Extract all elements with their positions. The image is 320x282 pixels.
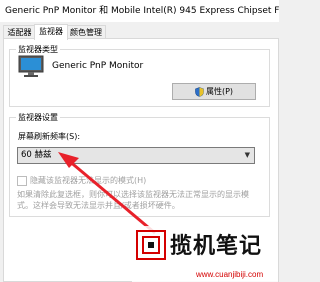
monitor-type-title: 监视器类型	[16, 44, 60, 55]
shield-icon	[195, 86, 204, 97]
refresh-rate-value: 60 赫兹	[21, 150, 52, 160]
hint-text: 如果清除此复选框，则你可以选择该监视器无法正常显示的显示模式。这样会导致无法显示…	[17, 190, 249, 210]
watermark-logo	[136, 230, 166, 260]
monitor-icon	[18, 55, 44, 77]
hide-modes-checkbox[interactable]	[17, 175, 27, 186]
refresh-rate-label: 屏幕刷新频率(S):	[18, 132, 81, 141]
properties-button-label: 属性(P)	[205, 87, 234, 96]
chevron-down-icon: ▼	[244, 151, 250, 159]
properties-button[interactable]: 属性(P)	[172, 83, 256, 100]
monitor-settings-title: 监视器设置	[16, 112, 60, 123]
tab-monitor[interactable]: 监视器	[34, 24, 68, 40]
watermark: 揽机笔记 www.cuanjibiji.com	[132, 226, 278, 282]
hide-modes-label: 隐藏该监视器无法显示的模式(H)	[30, 176, 147, 185]
tab-adapter[interactable]: 适配器	[3, 25, 36, 39]
watermark-title: 揽机笔记	[170, 234, 263, 259]
monitor-name: Generic PnP Monitor	[52, 61, 144, 71]
watermark-url: www.cuanjibiji.com	[196, 270, 264, 279]
tab-color-management[interactable]: 颜色管理	[66, 25, 106, 39]
hide-modes-checkbox-row[interactable]: 隐藏该监视器无法显示的模式(H)	[17, 175, 146, 186]
refresh-rate-select[interactable]: 60 赫兹 ▼	[17, 147, 255, 164]
window-title: Generic PnP Monitor 和 Mobile Intel(R) 94…	[0, 0, 279, 22]
